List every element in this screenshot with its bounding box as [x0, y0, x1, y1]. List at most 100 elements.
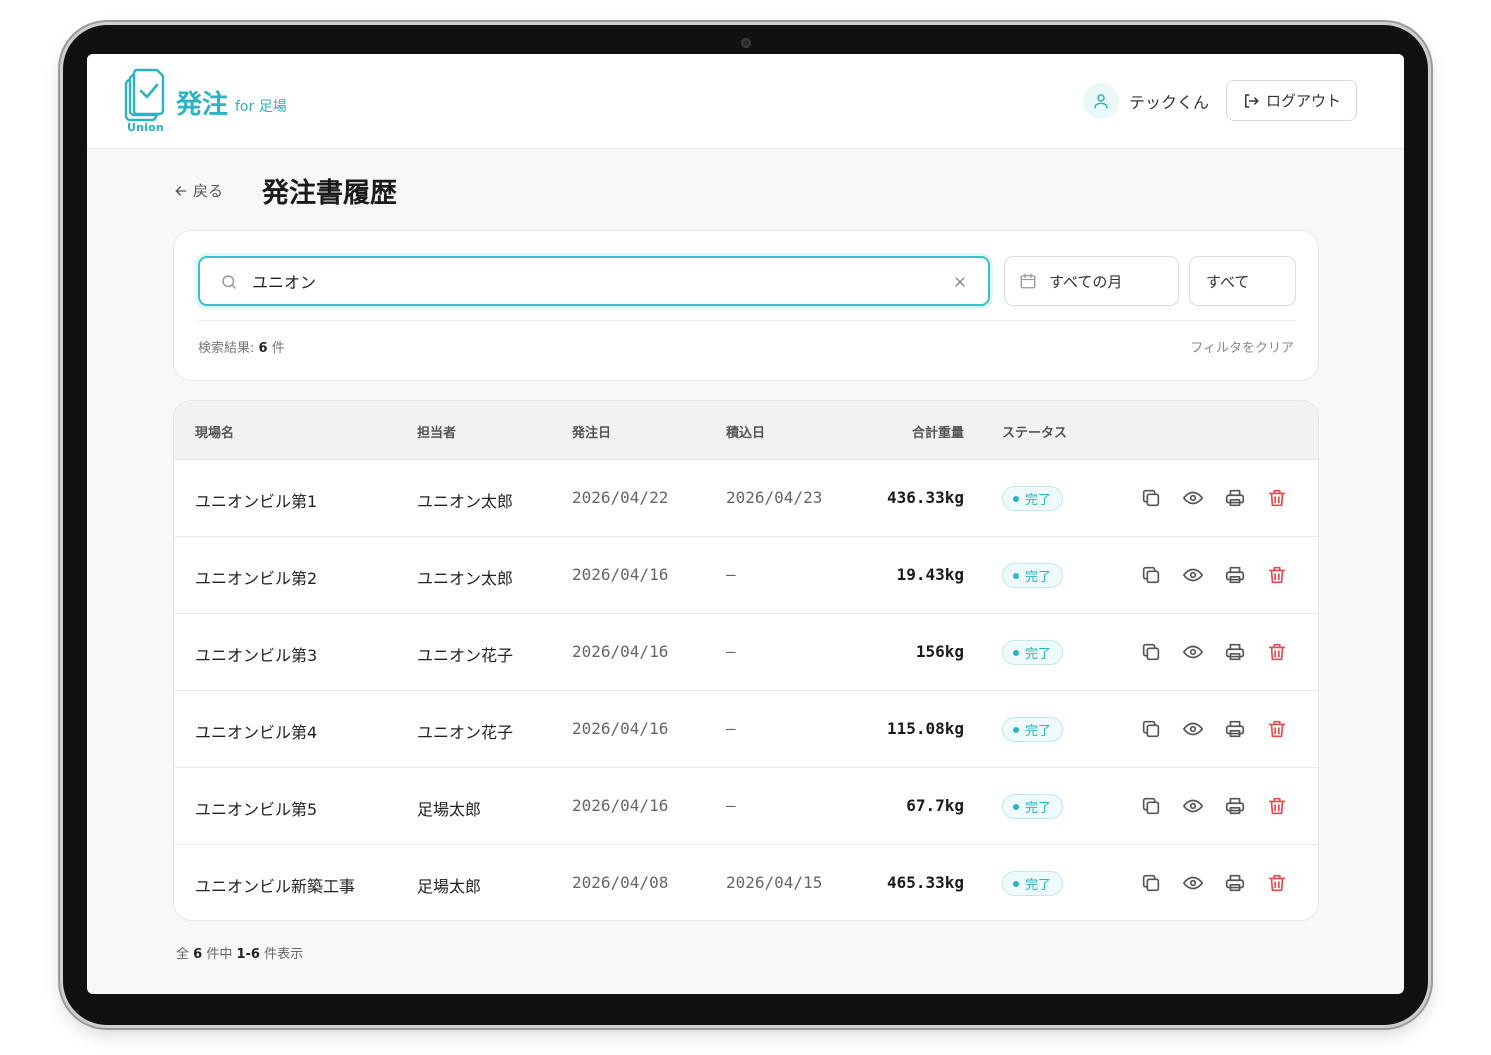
cell-site: ユニオンビル第4 — [195, 723, 318, 742]
close-icon[interactable] — [952, 274, 968, 290]
status-badge: 完了 — [1002, 640, 1064, 665]
copy-icon[interactable] — [1140, 795, 1162, 817]
status-dot — [1013, 880, 1019, 887]
logout-icon — [1244, 93, 1259, 108]
cell-weight: 436.33kg — [886, 488, 964, 507]
user-menu[interactable]: テックくん — [1083, 83, 1209, 119]
table-row[interactable]: ユニオンビル第1 ユニオン太郎 2026/04/22 2026/04/23 436.33… — [174, 460, 1318, 537]
copy-icon[interactable] — [1140, 564, 1162, 586]
pagination-summary: 全 6 件中 1-6 件表示 — [176, 943, 303, 962]
cell-person: ユニオン太郎 — [417, 569, 514, 588]
divider — [198, 320, 1296, 321]
table-row[interactable]: ユニオンビル第4 ユニオン花子 2026/04/16 – 115.08kg 完了 — [174, 691, 1318, 768]
search-input[interactable] — [252, 269, 932, 293]
logout-label: ログアウト — [1265, 92, 1341, 110]
eye-icon[interactable] — [1182, 872, 1204, 894]
back-link[interactable]: 戻る — [173, 180, 223, 201]
cell-order-date: 2026/04/22 — [572, 488, 669, 507]
printer-icon[interactable] — [1224, 872, 1246, 894]
app-subtitle: for 足場 — [235, 99, 287, 115]
result-number: 6 — [258, 341, 268, 356]
app-title: 発注 — [176, 90, 229, 120]
table-row[interactable]: ユニオンビル第5 足場太郎 2026/04/16 – 67.7kg 完了 — [174, 768, 1318, 845]
status-badge: 完了 — [1002, 871, 1064, 896]
column-header-weight: 合計重量 — [911, 426, 964, 441]
status-filter-select[interactable]: すべて — [1189, 256, 1296, 306]
cell-weight: 465.33kg — [886, 873, 964, 892]
status-dot — [1013, 803, 1019, 810]
pagination-middle: 件中 — [202, 947, 237, 962]
trash-icon[interactable] — [1266, 795, 1288, 817]
trash-icon[interactable] — [1266, 564, 1288, 586]
copy-icon[interactable] — [1140, 718, 1162, 740]
table-row[interactable]: ユニオンビル新築工事 足場太郎 2026/04/08 2026/04/15 465.33… — [174, 845, 1318, 920]
status-badge: 完了 — [1002, 563, 1064, 588]
cell-weight: 156kg — [915, 642, 964, 661]
cell-person: 足場太郎 — [417, 800, 482, 819]
status-badge: 完了 — [1002, 486, 1064, 511]
cell-weight: 67.7kg — [906, 796, 964, 815]
status-label: 完了 — [1025, 647, 1052, 662]
cell-person: ユニオン花子 — [417, 646, 514, 665]
cell-order-date: 2026/04/16 — [572, 642, 669, 661]
status-label: 完了 — [1025, 878, 1052, 893]
cell-order-date: 2026/04/16 — [572, 565, 669, 584]
printer-icon[interactable] — [1224, 564, 1246, 586]
cell-load-date: 2026/04/23 — [726, 488, 823, 507]
cell-load-date: – — [726, 796, 736, 815]
user-name: テックくん — [1129, 93, 1210, 112]
copy-icon[interactable] — [1140, 641, 1162, 663]
cell-person: ユニオン太郎 — [417, 492, 514, 511]
month-filter-select[interactable]: すべての月 — [1004, 256, 1179, 306]
cell-order-date: 2026/04/08 — [572, 873, 669, 892]
calendar-icon — [1020, 273, 1036, 289]
back-label: 戻る — [193, 182, 224, 200]
search-icon — [222, 275, 236, 289]
trash-icon[interactable] — [1266, 872, 1288, 894]
trash-icon[interactable] — [1266, 718, 1288, 740]
column-header-status: ステータス — [1002, 426, 1068, 441]
column-header-site: 現場名 — [195, 426, 235, 441]
status-dot — [1013, 572, 1019, 579]
copy-icon[interactable] — [1140, 487, 1162, 509]
eye-icon[interactable] — [1182, 718, 1204, 740]
user-icon — [1094, 94, 1108, 109]
app-header: Union 発注 for 足場 テックくん ログアウト — [87, 54, 1404, 149]
cell-weight: 19.43kg — [896, 565, 964, 584]
table-header: 現場名 担当者 発注日 積込日 合計重量 ステータス — [174, 401, 1318, 460]
eye-icon[interactable] — [1182, 795, 1204, 817]
pagination-range: 1-6 — [236, 947, 260, 962]
app-screen: Union 発注 for 足場 テックくん ログアウト 戻る 発注書履歴 ユニオ… — [87, 54, 1404, 994]
cell-person: 足場太郎 — [417, 877, 482, 896]
month-filter-value: すべての月 — [1049, 272, 1123, 291]
logout-button[interactable]: ログアウト — [1226, 80, 1357, 121]
printer-icon[interactable] — [1224, 718, 1246, 740]
printer-icon[interactable] — [1224, 795, 1246, 817]
result-count: 検索結果: 6 件 — [198, 337, 285, 356]
cell-site: ユニオンビル新築工事 — [195, 877, 356, 896]
cell-site: ユニオンビル第3 — [195, 646, 318, 665]
copy-icon[interactable] — [1140, 872, 1162, 894]
trash-icon[interactable] — [1266, 487, 1288, 509]
table-row[interactable]: ユニオンビル第3 ユニオン花子 2026/04/16 – 156kg 完了 — [174, 614, 1318, 691]
order-history-table: 現場名 担当者 発注日 積込日 合計重量 ステータス ユニオンビル第1 ユニオン太… — [173, 400, 1319, 921]
search-field[interactable] — [198, 256, 990, 306]
status-label: 完了 — [1025, 570, 1052, 585]
eye-icon[interactable] — [1182, 564, 1204, 586]
eye-icon[interactable] — [1182, 487, 1204, 509]
filter-panel: すべての月 すべて 検索結果: 6 件 フィルタをクリア — [173, 230, 1319, 381]
status-label: 完了 — [1025, 493, 1052, 508]
column-header-order-date: 発注日 — [572, 426, 612, 441]
table-row[interactable]: ユニオンビル第2 ユニオン太郎 2026/04/16 – 19.43kg 完了 — [174, 537, 1318, 614]
printer-icon[interactable] — [1224, 641, 1246, 663]
cell-load-date: – — [726, 719, 736, 738]
status-badge: 完了 — [1002, 717, 1064, 742]
pagination-total: 6 — [193, 947, 203, 962]
clear-filters-link[interactable]: フィルタをクリア — [1190, 337, 1294, 356]
eye-icon[interactable] — [1182, 641, 1204, 663]
avatar — [1083, 83, 1119, 119]
logo-wordmark: Union — [127, 121, 164, 134]
status-badge: 完了 — [1002, 794, 1064, 819]
trash-icon[interactable] — [1266, 641, 1288, 663]
printer-icon[interactable] — [1224, 487, 1246, 509]
